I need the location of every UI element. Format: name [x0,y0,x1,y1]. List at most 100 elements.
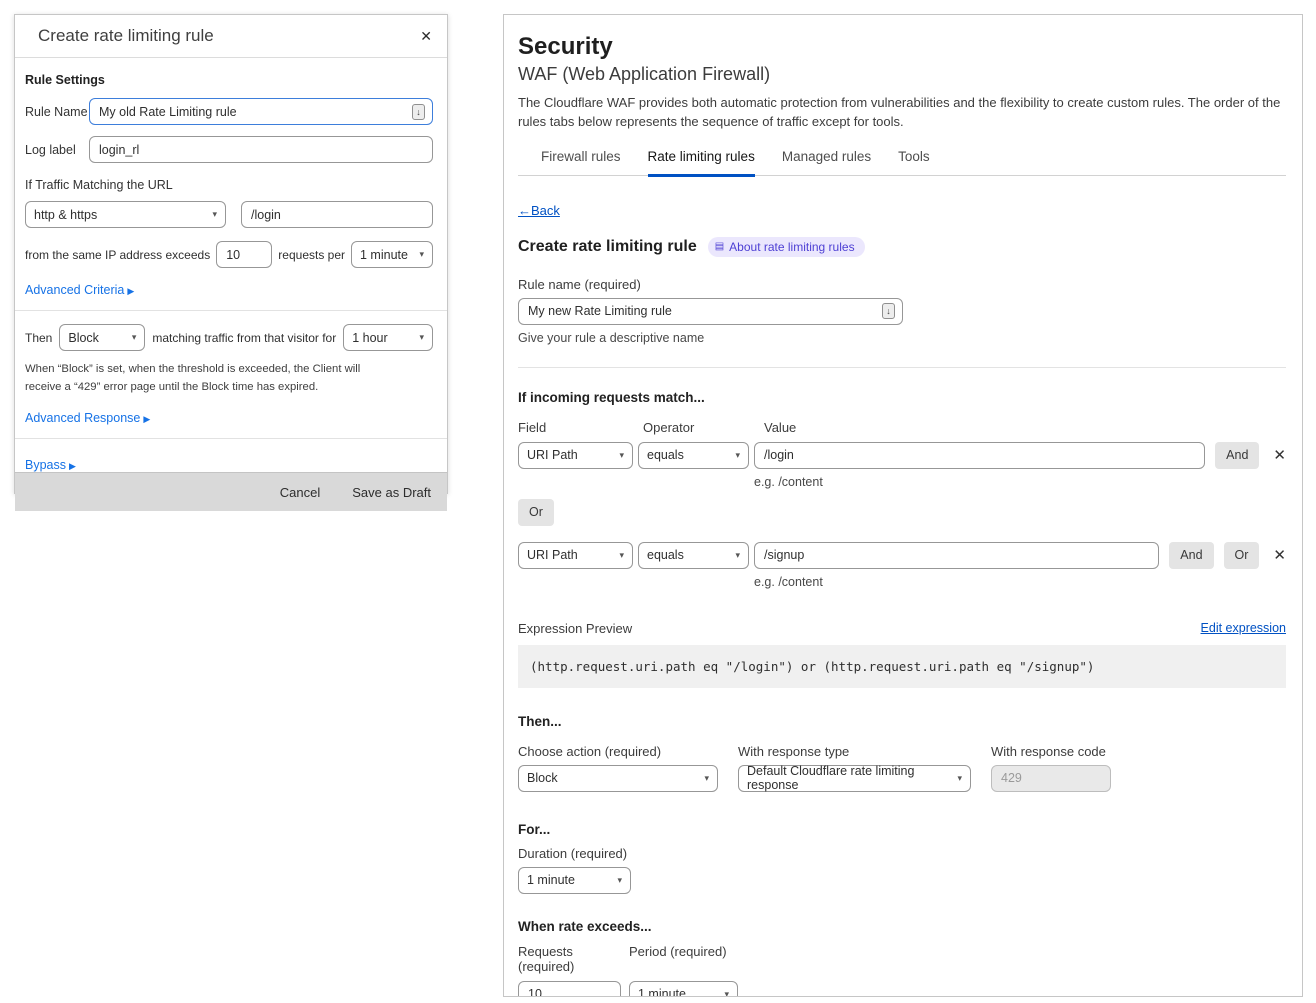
condition-row: URI Path ▾ equals ▾ e.g. /content And ✕ [518,442,1286,489]
duration-select[interactable]: 1 hour ▾ [343,324,433,351]
page-subtitle: WAF (Web Application Firewall) [518,64,1286,85]
chevron-right-icon: ▶ [143,414,150,424]
chevron-down-icon: ▾ [704,773,709,784]
log-label-row: Log label [25,136,433,163]
create-rate-limiting-rule-modal: Create rate limiting rule ✕ Rule Setting… [14,14,448,494]
field-label: Field [518,420,638,435]
then-label: Then [25,331,52,345]
then-row: Then Block ▾ matching traffic from that … [25,324,433,351]
value-cell: e.g. /content [754,542,1159,589]
page-description: The Cloudflare WAF provides both automat… [518,94,1286,132]
operator-select-value: equals [647,448,684,462]
remove-condition-icon[interactable]: ✕ [1273,442,1286,469]
rule-name-input[interactable] [89,98,433,125]
rule-name-section: Rule name (required) ↓ Give your rule a … [518,277,1286,345]
field-select-value: URI Path [527,548,578,562]
action-select[interactable]: Block ▾ [59,324,145,351]
chevron-down-icon: ▾ [419,249,424,260]
response-type-label: With response type [738,744,971,759]
for-heading: For... [518,822,1286,837]
field-select[interactable]: URI Path ▾ [518,442,633,469]
divider [15,438,447,439]
scheme-select[interactable]: http & https ▾ [25,201,226,228]
rate-section: When rate exceeds... Requests (required)… [518,919,1286,997]
url-input-wrap [241,201,433,228]
value-input[interactable] [754,442,1205,469]
rule-name-input[interactable] [518,298,903,325]
chevron-down-icon: ▾ [735,550,740,561]
value-input[interactable] [754,542,1159,569]
tab-rate-limiting-rules[interactable]: Rate limiting rules [648,149,755,177]
chevron-down-icon: ▾ [724,989,729,997]
duration-select-value: 1 minute [527,873,575,887]
rate-heading: When rate exceeds... [518,919,1286,934]
tab-managed-rules[interactable]: Managed rules [782,149,871,175]
edit-expression-link[interactable]: Edit expression [1201,621,1286,635]
period-select-value: 1 minute [638,987,686,997]
modal-title: Create rate limiting rule [38,26,214,46]
document-icon: ▤ [715,241,724,252]
field-select-value: URI Path [527,448,578,462]
or-button[interactable]: Or [518,499,554,526]
url-input[interactable] [241,201,433,228]
tab-firewall-rules[interactable]: Firewall rules [541,149,621,175]
advanced-criteria-label: Advanced Criteria [25,283,124,297]
autofill-icon[interactable]: ↓ [882,303,895,319]
operator-select[interactable]: equals ▾ [638,542,749,569]
rule-name-row: Rule Name ↓ [25,98,433,125]
or-button[interactable]: Or [1224,542,1260,569]
action-select-value: Block [527,771,558,785]
duration-label: Duration (required) [518,846,1286,861]
security-waf-panel: Security WAF (Web Application Firewall) … [503,14,1303,997]
operator-select[interactable]: equals ▾ [638,442,749,469]
advanced-response-link[interactable]: Advanced Response▶ [25,411,150,425]
rule-name-input-wrap: ↓ [89,98,433,125]
requests-input[interactable] [216,241,272,268]
action-column: Choose action (required) Block ▾ [518,744,718,792]
operator-label: Operator [643,420,759,435]
autofill-icon[interactable]: ↓ [412,104,425,120]
scheme-select-value: http & https [34,208,97,222]
requests-input[interactable] [518,981,621,997]
response-type-column: With response type Default Cloudflare ra… [738,744,971,792]
chevron-down-icon: ▾ [957,773,962,784]
close-icon[interactable]: ✕ [420,28,432,45]
modal-footer: Cancel Save as Draft [15,472,447,511]
create-rule-heading: Create rate limiting rule [518,238,697,256]
advanced-response-label: Advanced Response [25,411,140,425]
log-label-input[interactable] [89,136,433,163]
and-button[interactable]: And [1169,542,1213,569]
threshold-row: from the same IP address exceeds request… [25,241,433,268]
period-select-value: 1 minute [360,248,408,262]
duration-select[interactable]: 1 minute ▾ [518,867,631,894]
condition-row: URI Path ▾ equals ▾ e.g. /content And Or… [518,542,1286,589]
bypass-link[interactable]: Bypass▶ [25,458,76,472]
response-type-select[interactable]: Default Cloudflare rate limiting respons… [738,765,971,792]
period-select[interactable]: 1 minute ▾ [351,241,433,268]
log-label-input-wrap [89,136,433,163]
chevron-down-icon: ▾ [619,550,624,561]
cancel-button[interactable]: Cancel [280,485,320,500]
field-select[interactable]: URI Path ▾ [518,542,633,569]
back-label: Back [531,203,560,218]
rule-name-label: Rule Name [25,105,89,119]
period-select[interactable]: 1 minute ▾ [629,981,738,997]
chevron-down-icon: ▾ [212,209,217,220]
threshold-input-wrap [216,241,272,268]
requests-label: Requests (required) [518,944,621,974]
response-code-input [991,765,1111,792]
tab-tools[interactable]: Tools [898,149,930,175]
action-select[interactable]: Block ▾ [518,765,718,792]
save-as-draft-button[interactable]: Save as Draft [352,485,431,500]
then-section: Then... Choose action (required) Block ▾… [518,714,1286,792]
value-cell: e.g. /content [754,442,1205,489]
rule-name-label: Rule name (required) [518,277,1286,292]
and-button[interactable]: And [1215,442,1259,469]
back-link[interactable]: ←Back [518,203,560,218]
condition-labels: Field Operator Value [518,420,1286,435]
log-label-label: Log label [25,143,89,157]
remove-condition-icon[interactable]: ✕ [1273,542,1286,569]
advanced-criteria-link[interactable]: Advanced Criteria▶ [25,283,134,297]
requests-input-wrap [518,981,621,997]
about-rate-limiting-badge[interactable]: ▤ About rate limiting rules [708,237,865,257]
